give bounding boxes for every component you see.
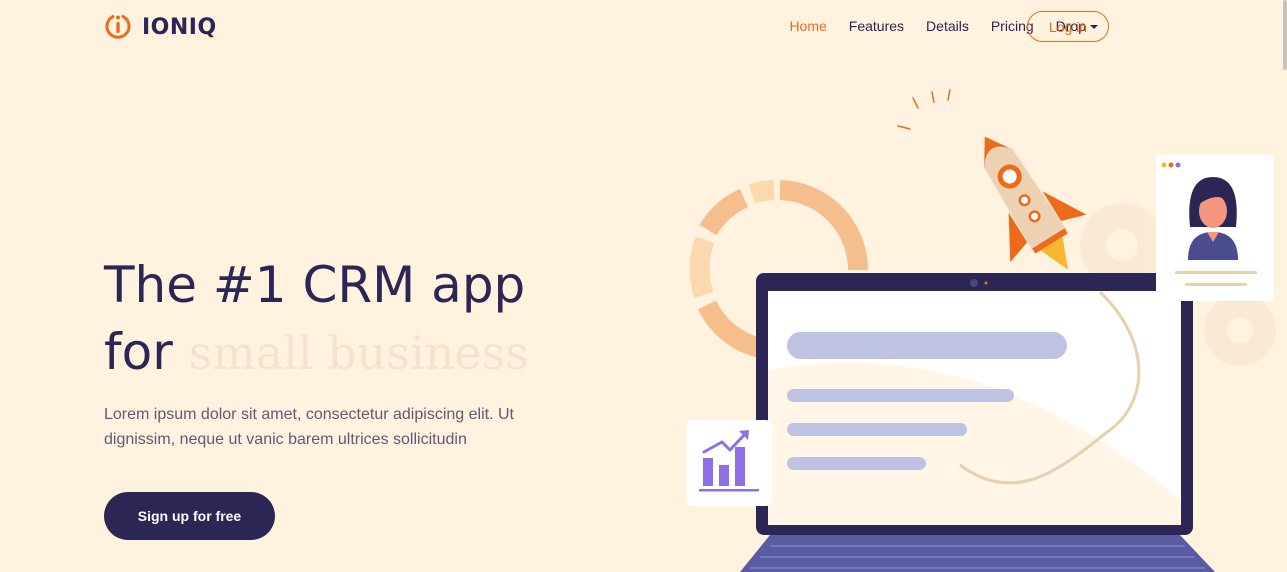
hero-description: Lorem ipsum dolor sit amet, consectetur …: [104, 406, 514, 448]
scrollbar[interactable]: [1283, 0, 1287, 70]
nav-item-features[interactable]: Features: [838, 11, 915, 41]
login-button[interactable]: Log in: [1027, 11, 1109, 42]
navbar: IONIQ Home Features Details Pricing Drop…: [0, 0, 1287, 52]
signup-button[interactable]: Sign up for free: [104, 492, 275, 540]
profile-card: [1156, 155, 1274, 301]
power-icon: [104, 11, 132, 44]
brand-logo[interactable]: IONIQ: [104, 12, 217, 42]
gear-icon-small: [1204, 294, 1276, 366]
nav-item-details[interactable]: Details: [915, 11, 980, 41]
hero-title-line1: The #1 CRM app: [104, 256, 526, 314]
laptop-graphic: [740, 273, 1215, 572]
brand-name: IONIQ: [142, 14, 217, 40]
avatar-icon: [1188, 177, 1238, 260]
hero-title-rotating-word: small business: [188, 326, 529, 380]
growth-chart-card: [686, 420, 772, 506]
spark-lines: [897, 89, 951, 130]
hero-title: The #1 CRM app for small business: [104, 252, 624, 387]
rocket-icon: [984, 136, 1087, 270]
nav-item-home[interactable]: Home: [778, 11, 837, 41]
hero-title-line2: for: [104, 323, 173, 381]
hero-illustration: [686, 89, 1276, 572]
